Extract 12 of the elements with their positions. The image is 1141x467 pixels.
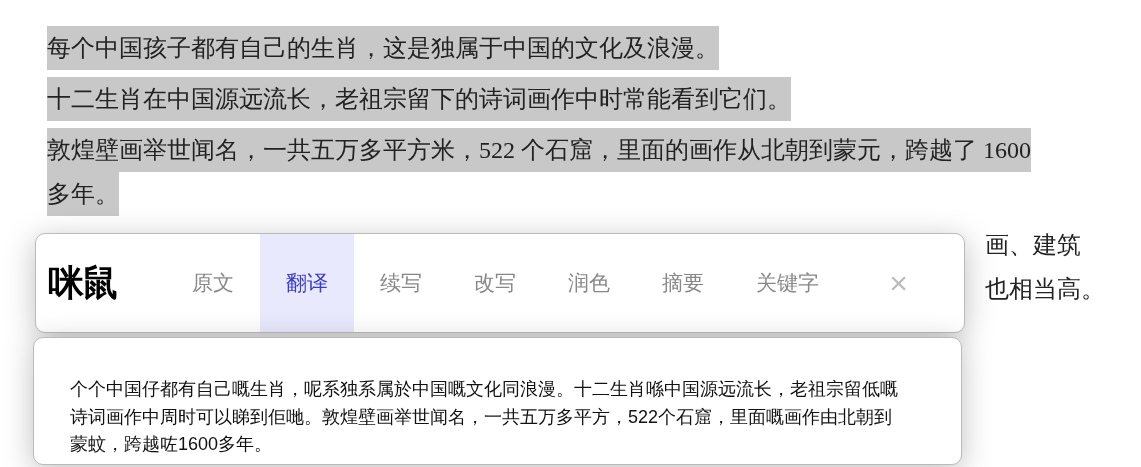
tab[interactable]: 摘要 bbox=[636, 234, 730, 332]
translation-text: 个个中国仔都有自己嘅生肖，呢系独系属於中国嘅文化同浪漫。十二生肖喺中国源远流长，老祖宗留低嘅诗词画作中周时可以睇到佢哋。敦煌壁画举世闻名，一共五万多平方，522个石窟，里面嘅画作由北朝到蒙蚊，跨越咗1600多年。 bbox=[70, 378, 899, 456]
tab[interactable]: 原文 bbox=[166, 234, 260, 332]
tab[interactable]: 翻译 bbox=[260, 234, 354, 332]
close-button[interactable]: × bbox=[883, 234, 914, 332]
tab[interactable]: 润色 bbox=[542, 234, 636, 332]
tab[interactable]: 续写 bbox=[354, 234, 448, 332]
text-line: 也相当高。 bbox=[985, 276, 1105, 302]
logo: 咪鼠 bbox=[48, 261, 116, 305]
tab[interactable]: 改写 bbox=[448, 234, 542, 332]
text-line: 画、建筑 bbox=[985, 232, 1081, 258]
tab[interactable]: 关键字 bbox=[730, 234, 845, 332]
